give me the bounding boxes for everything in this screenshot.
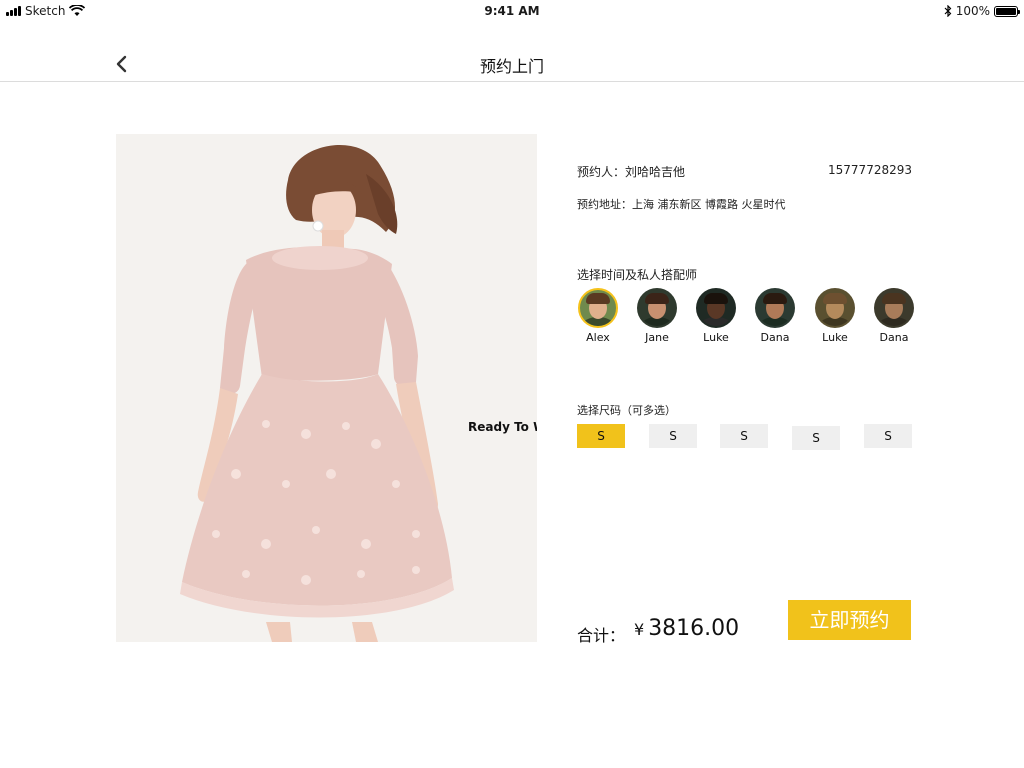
- stylist-avatar: [696, 288, 736, 328]
- bluetooth-icon: [944, 5, 952, 17]
- stylist-item[interactable]: Dana: [869, 288, 919, 344]
- stylist-name: Dana: [760, 331, 790, 344]
- stylist-avatar: [755, 288, 795, 328]
- status-time: 9:41 AM: [484, 4, 540, 18]
- stylist-avatar: [578, 288, 618, 328]
- currency-symbol: ¥: [634, 620, 645, 639]
- stylist-name: Jane: [645, 331, 669, 344]
- stylist-item[interactable]: Luke: [691, 288, 741, 344]
- contact-phone: 15777728293: [828, 163, 912, 177]
- battery-percent: 100%: [955, 4, 990, 18]
- product-image: Ready To W: [116, 134, 537, 642]
- total-value: 3816.00: [648, 616, 740, 641]
- stylist-name: Dana: [879, 331, 909, 344]
- address-value: 上海 浦东新区 博霞路 火星时代: [632, 198, 786, 211]
- total-amount: ¥3816.00: [634, 616, 739, 641]
- contact-label: 预约人：: [577, 165, 626, 179]
- stylist-name: Luke: [822, 331, 848, 344]
- contact-row: 预约人：刘哈哈吉他 15777728293: [577, 163, 912, 180]
- size-list: SSSSS: [577, 424, 917, 450]
- photo-caption: Ready To W: [468, 420, 537, 434]
- address-label: 预约地址：: [577, 198, 632, 211]
- size-option[interactable]: S: [864, 424, 912, 448]
- contact-name: 刘哈哈吉他: [625, 165, 686, 179]
- stylist-item[interactable]: Jane: [632, 288, 682, 344]
- stylist-avatar: [637, 288, 677, 328]
- stylist-section-title: 选择时间及私人搭配师: [577, 268, 698, 282]
- status-bar: Sketch 9:41 AM 100%: [0, 0, 1024, 22]
- size-option[interactable]: S: [577, 424, 625, 448]
- stylist-item[interactable]: Dana: [750, 288, 800, 344]
- status-right: 100%: [944, 4, 1020, 18]
- stylist-avatar: [874, 288, 914, 328]
- size-option[interactable]: S: [720, 424, 768, 448]
- total-label: 合计：: [577, 626, 626, 645]
- stylist-list: Alex Jane Luke Dana Luke Dana: [577, 288, 917, 348]
- stylist-item[interactable]: Luke: [810, 288, 860, 344]
- stylist-name: Alex: [586, 331, 610, 344]
- battery-fill: [996, 7, 1016, 15]
- address-row: 预约地址：上海 浦东新区 博霞路 火星时代: [577, 196, 912, 212]
- stylist-avatar: [815, 288, 855, 328]
- page-title: 预约上门: [479, 57, 544, 76]
- stylist-name: Luke: [703, 331, 729, 344]
- battery-icon: [994, 5, 1020, 17]
- model-dress-illustration: [116, 134, 537, 642]
- book-now-button[interactable]: 立即预约: [788, 600, 911, 640]
- size-option[interactable]: S: [792, 426, 840, 450]
- size-section-title: 选择尺码（可多选）: [577, 404, 676, 417]
- size-option[interactable]: S: [649, 424, 697, 448]
- stylist-item[interactable]: Alex: [573, 288, 623, 344]
- nav-bar: 预约上门: [0, 22, 1024, 82]
